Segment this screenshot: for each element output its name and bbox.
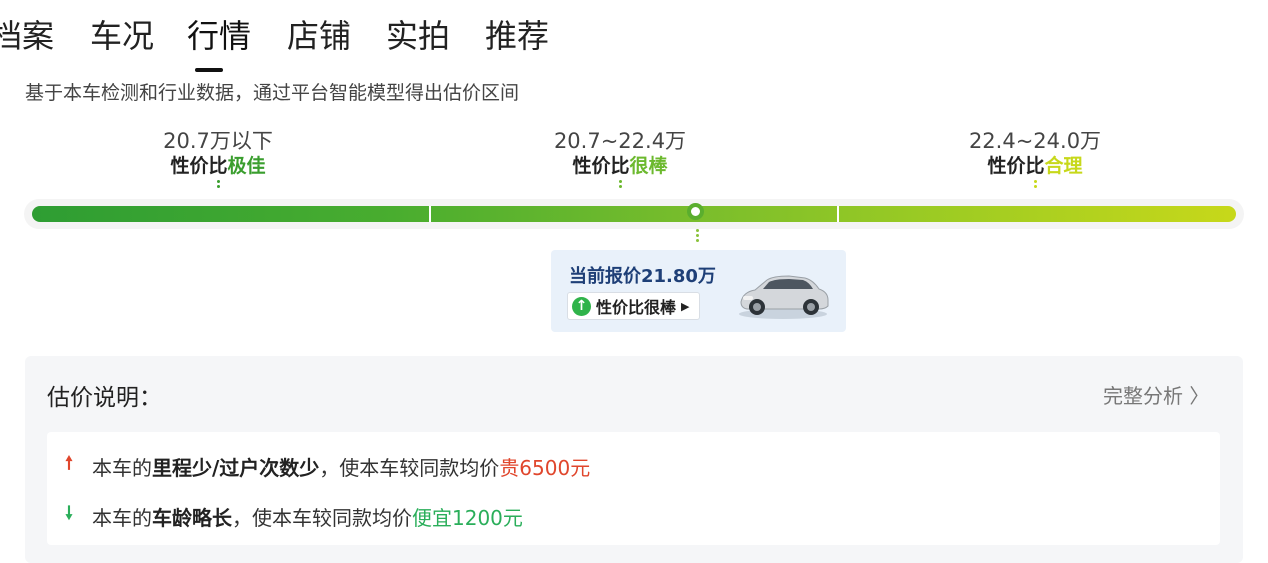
price-range-bar [32,206,1236,222]
current-price-label: 当前报价21.80万 [569,266,716,287]
segment-rating: 性价比合理 [987,155,1083,177]
active-tab-indicator [195,68,223,72]
tab-archive[interactable]: 档案 [0,14,54,58]
arrow-down-icon: 🠗 [65,503,73,524]
arrow-up-icon: 🠕 [65,453,73,474]
current-price-marker [687,203,704,220]
segment-rating: 性价比很棒 [572,155,668,177]
tab-photos[interactable]: 实拍 [386,14,450,58]
valuation-description: 基于本车检测和行业数据，通过平台智能模型得出估价区间 [25,82,520,104]
current-price-card: 当前报价21.80万 ↑ 性价比很棒 ▶ [551,250,846,332]
tab-market[interactable]: 行情 [187,14,251,58]
explanation-row-down: 🠗 本车的 车龄略长 ，使本车较同款均价 便宜1200元 [60,501,523,531]
marker-dots [696,229,699,244]
play-arrow-icon: ▶ [681,299,690,313]
full-analysis-link[interactable]: 完整分析 〉 [1103,380,1209,409]
tab-shop[interactable]: 店铺 [287,14,351,58]
segment-reasonable: 22.4~24.0万 性价比合理 [915,128,1155,190]
tab-condition[interactable]: 车况 [90,14,154,58]
tab-recommend[interactable]: 推荐 [485,14,549,58]
bar-divider [429,206,431,222]
segment-dots [618,180,622,190]
badge-label: 性价比很棒 [596,298,677,317]
value-rating-badge[interactable]: ↑ 性价比很棒 ▶ [567,292,701,320]
explanation-title: 估价说明： [47,385,162,411]
segment-dots [216,180,220,190]
explanation-row-up: 🠕 本车的 里程少/过户次数少 ，使本车较同款均价 贵6500元 [60,451,590,481]
bar-divider [837,206,839,222]
segment-range: 22.4~24.0万 [968,129,1102,153]
segment-dots [1033,180,1037,190]
segment-excellent: 20.7万以下 性价比极佳 [98,128,338,190]
segment-range: 20.7~22.4万 [553,129,687,153]
segment-great: 20.7~22.4万 性价比很棒 [500,128,740,190]
up-arrow-icon: ↑ [572,296,591,316]
car-thumbnail [739,275,829,319]
segment-rating: 性价比极佳 [170,155,266,177]
segment-range: 20.7万以下 [163,129,273,153]
